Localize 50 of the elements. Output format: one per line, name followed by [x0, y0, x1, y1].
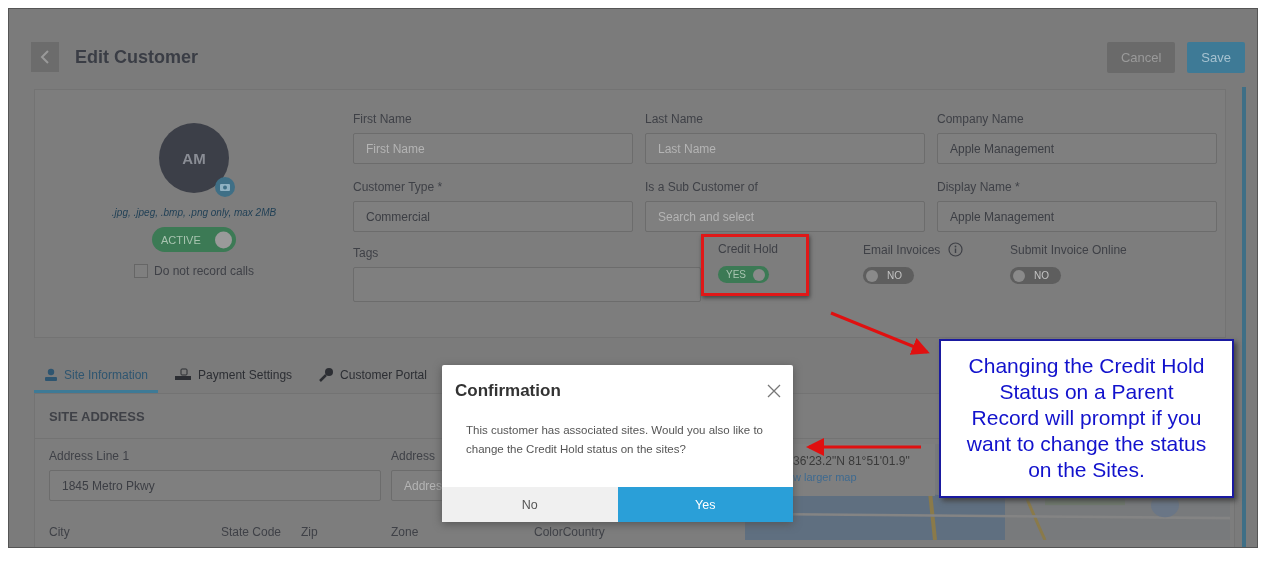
- field-label: Zip: [301, 525, 318, 539]
- tags-field[interactable]: [353, 267, 701, 302]
- field-label: State Code: [221, 525, 282, 539]
- scrollbar[interactable]: [1242, 87, 1246, 547]
- field-label: Address Line 1: [49, 449, 131, 463]
- field-label: Tags: [353, 246, 380, 260]
- toggle-label: Credit Hold: [718, 242, 779, 256]
- field-label: Address: [391, 449, 437, 463]
- field-label: Is a Sub Customer of: [645, 180, 759, 194]
- checkbox-label: Do not record calls: [153, 264, 254, 278]
- input-field[interactable]: Apple Management: [937, 133, 1217, 164]
- page-title: Edit Customer: [75, 46, 198, 68]
- toggle-switch[interactable]: YES: [718, 266, 769, 283]
- dialog-message: This customer has associated sites. Would you also like to change the Credit Hold status on the sites?: [466, 423, 764, 457]
- back-button[interactable]: [31, 42, 59, 72]
- field-label: First Name: [353, 112, 413, 126]
- status-toggle[interactable]: ACTIVE: [152, 227, 236, 252]
- input-field[interactable]: 1845 Metro Pkwy: [49, 470, 381, 501]
- toggle-label: Email Invoices: [863, 242, 941, 257]
- avatar[interactable]: AM: [159, 123, 229, 193]
- toggle-label: Submit Invoice Online: [1010, 242, 1127, 257]
- close-icon[interactable]: [767, 384, 781, 398]
- camera-icon[interactable]: [215, 177, 235, 197]
- field-label: Customer Type *: [353, 180, 444, 194]
- upload-hint: .jpg, .jpeg, .bmp, .png only, max 2MB: [111, 207, 277, 218]
- info-icon[interactable]: [948, 242, 964, 257]
- tab[interactable]: Customer Portal: [308, 359, 437, 393]
- decline-button[interactable]: No: [442, 487, 618, 522]
- field-label: Company Name: [937, 112, 1025, 126]
- tab[interactable]: Payment Settings: [164, 359, 303, 393]
- cash-icon: [174, 367, 193, 382]
- confirm-button[interactable]: Yes: [617, 487, 793, 522]
- field-label: ColorCountry: [534, 525, 605, 539]
- checkbox[interactable]: [133, 264, 148, 278]
- dialog-title: Confirmation: [455, 381, 561, 401]
- callout-note: Changing the Credit Hold Status on a Parent Record will prompt if you want to change the status on the Sites.: [939, 339, 1234, 498]
- input-field[interactable]: Commercial: [353, 201, 633, 232]
- field-label: Last Name: [645, 112, 705, 126]
- chevron-left-icon: [40, 50, 50, 64]
- person-icon: [44, 367, 58, 382]
- key-icon: [318, 366, 335, 383]
- field-label: Display Name *: [937, 180, 1021, 194]
- input-field[interactable]: Apple Management: [937, 201, 1217, 232]
- field-label: Zone: [391, 525, 419, 539]
- section-heading: SITE ADDRESS: [49, 408, 145, 424]
- toggle-switch[interactable]: NO: [1010, 267, 1061, 284]
- toggle-switch[interactable]: NO: [863, 267, 914, 284]
- coordinates-text: 36'23.2"N 81°51'01.9": [793, 454, 910, 468]
- save-button[interactable]: Save: [1187, 41, 1245, 73]
- field-label: City: [49, 525, 70, 539]
